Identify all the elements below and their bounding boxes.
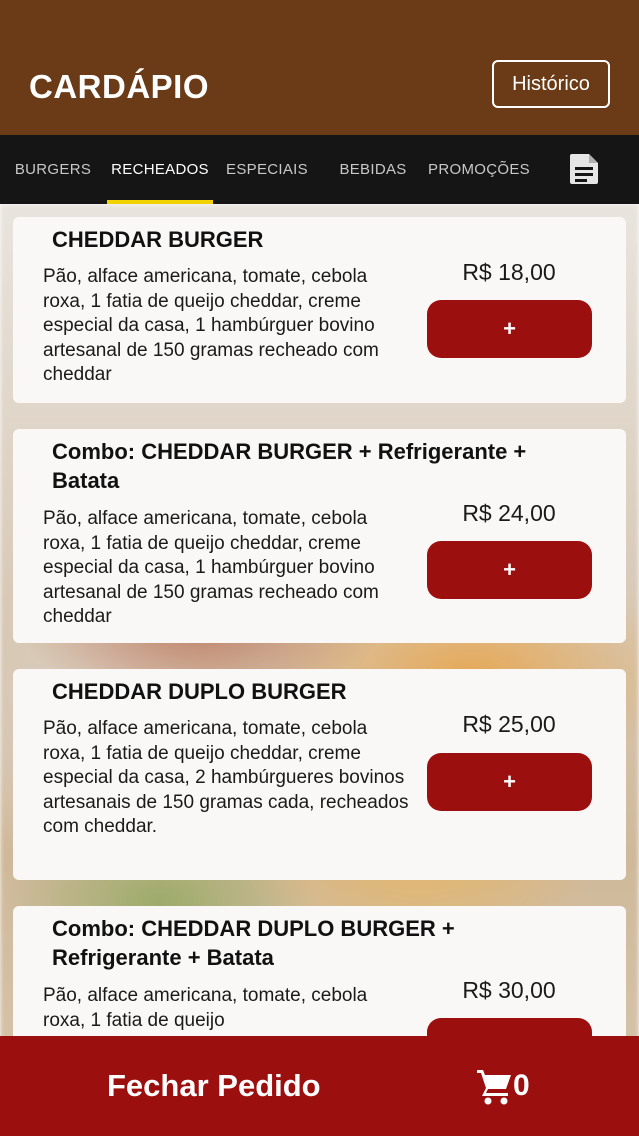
active-tab-indicator	[107, 200, 213, 204]
cart-count: 0	[513, 1069, 530, 1102]
cart-icon	[477, 1070, 511, 1105]
menu-item-card: Combo: CHEDDAR BURGER + Refrigerante + B…	[13, 429, 626, 643]
add-item-button[interactable]: +	[427, 541, 592, 599]
item-title: CHEDDAR DUPLO BURGER	[52, 679, 347, 704]
menu-item-card: CHEDDAR DUPLO BURGER Pão, alface america…	[13, 669, 626, 880]
history-button[interactable]: Histórico	[492, 60, 610, 108]
item-price: R$ 18,00	[462, 259, 556, 285]
document-icon[interactable]	[568, 152, 602, 186]
menu-item-card: CHEDDAR BURGER Pão, alface americana, to…	[13, 217, 626, 403]
checkout-bar[interactable]: Fechar Pedido 0	[0, 1036, 639, 1136]
item-description: Pão, alface americana, tomate, cebola ro…	[43, 508, 379, 627]
tab-recheados[interactable]: RECHEADOS	[107, 135, 213, 204]
page-title: CARDÁPIO	[29, 68, 210, 105]
tab-burgers[interactable]: BURGERS	[8, 135, 98, 204]
item-title: Combo: CHEDDAR BURGER + Refrigerante + B…	[52, 439, 527, 493]
item-description: Pão, alface americana, tomate, cebola ro…	[43, 985, 368, 1031]
app-header: CARDÁPIO Histórico	[0, 0, 639, 135]
add-item-button[interactable]: +	[427, 300, 592, 358]
category-tabs: BURGERS RECHEADOS ESPECIAIS BEBIDAS PROM…	[0, 135, 639, 204]
tab-promocoes[interactable]: PROMOÇÕES	[424, 135, 534, 204]
tab-bebidas[interactable]: BEBIDAS	[330, 135, 416, 204]
item-price: R$ 30,00	[462, 977, 556, 1003]
add-item-button[interactable]: +	[427, 753, 592, 811]
close-order-label: Fechar Pedido	[107, 1068, 321, 1103]
item-description: Pão, alface americana, tomate, cebola ro…	[43, 718, 409, 837]
tab-especiais[interactable]: ESPECIAIS	[222, 135, 312, 204]
item-description: Pão, alface americana, tomate, cebola ro…	[43, 266, 379, 385]
item-price: R$ 25,00	[462, 711, 556, 737]
item-title: CHEDDAR BURGER	[52, 227, 264, 252]
item-price: R$ 24,00	[462, 500, 556, 526]
item-title: Combo: CHEDDAR DUPLO BURGER + Refrigeran…	[52, 916, 455, 970]
